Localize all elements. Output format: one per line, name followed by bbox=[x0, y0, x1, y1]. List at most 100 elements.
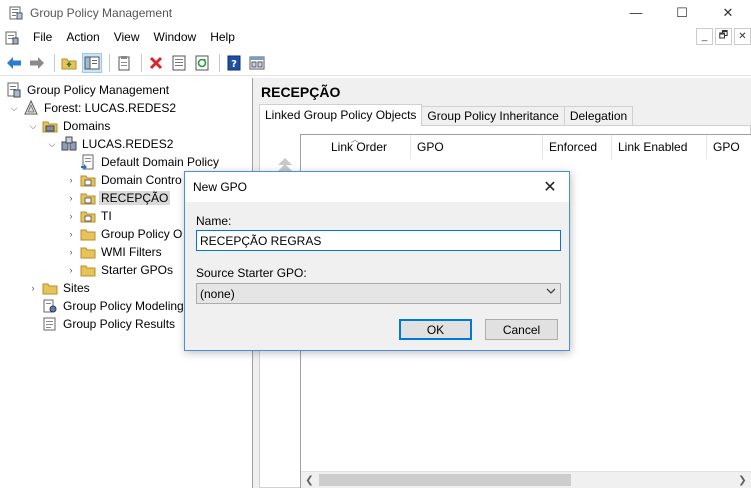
show-hide-tree-icon[interactable] bbox=[82, 52, 102, 73]
column-header-label: Enforced bbox=[549, 140, 598, 154]
tree-item-group-policy-results[interactable]: Group Policy Results bbox=[42, 315, 177, 333]
column-header-link-enabled[interactable]: Link Enabled bbox=[612, 135, 707, 159]
menu-window[interactable]: Window bbox=[147, 26, 204, 49]
tree-item-starter-gpos[interactable]: › Starter GPOs bbox=[65, 261, 175, 279]
domain-icon bbox=[61, 136, 77, 152]
tree-item-label: LUCAS.REDES2 bbox=[82, 137, 174, 151]
chevron-down-icon[interactable]: ⌵ bbox=[8, 102, 20, 114]
column-header-enforced[interactable]: Enforced bbox=[543, 135, 612, 159]
scrollbar-thumb[interactable] bbox=[319, 474, 571, 486]
mdi-child-icon[interactable] bbox=[4, 30, 20, 46]
chevron-right-icon[interactable]: › bbox=[65, 192, 77, 204]
tree-item-forest[interactable]: ⌵ Forest: LUCAS.REDES2 bbox=[8, 99, 178, 117]
close-button[interactable]: ✕ bbox=[705, 0, 751, 25]
forward-icon[interactable] bbox=[27, 53, 47, 73]
tree-item-recepcao[interactable]: › RECEPÇÃO bbox=[65, 189, 171, 207]
mdi-minimize-button[interactable]: _ bbox=[696, 28, 713, 45]
tree-item-label: Domains bbox=[63, 119, 111, 133]
ok-button[interactable]: OK bbox=[399, 319, 472, 340]
tree-item-group-policy-modeling[interactable]: Group Policy Modeling bbox=[42, 297, 186, 315]
maximize-button[interactable]: ☐ bbox=[659, 0, 705, 25]
back-icon[interactable] bbox=[4, 53, 24, 73]
toolbar-separator bbox=[109, 53, 110, 72]
folder-icon bbox=[80, 262, 96, 278]
menu-action[interactable]: Action bbox=[59, 26, 106, 49]
starter-gpo-value: (none) bbox=[200, 286, 235, 301]
tree-item-sites[interactable]: › Sites bbox=[27, 279, 92, 297]
cancel-button[interactable]: Cancel bbox=[485, 319, 558, 340]
menu-view[interactable]: View bbox=[107, 26, 147, 49]
tree-item-label: Group Policy O bbox=[101, 227, 183, 241]
help-icon[interactable]: ? bbox=[224, 53, 244, 73]
mmc-view-icon[interactable] bbox=[247, 53, 267, 73]
column-header-label: GPO bbox=[417, 140, 444, 154]
mdi-close-button[interactable]: ✕ bbox=[734, 28, 751, 45]
chevron-down-icon[interactable]: ⌵ bbox=[27, 120, 39, 132]
tree-item-wmi-filters[interactable]: › WMI Filters bbox=[65, 243, 164, 261]
mdi-controls: _ 🗗 ✕ bbox=[694, 28, 751, 45]
forest-icon bbox=[23, 100, 39, 116]
tree-item-label: Group Policy Modeling bbox=[63, 299, 184, 313]
modeling-icon bbox=[42, 298, 58, 314]
refresh-icon[interactable] bbox=[192, 53, 212, 73]
chevron-right-icon[interactable]: › bbox=[65, 264, 77, 276]
chevron-right-icon[interactable]: › bbox=[65, 228, 77, 240]
tab-linked-gpos[interactable]: Linked Group Policy Objects bbox=[259, 104, 423, 126]
gpo-link-icon bbox=[80, 154, 96, 170]
column-header-label: Link Enabled bbox=[618, 140, 688, 154]
tree-item-domains[interactable]: ⌵ Domains bbox=[27, 117, 112, 135]
tree-item-label: Forest: LUCAS.REDES2 bbox=[44, 101, 177, 115]
sites-icon bbox=[42, 280, 58, 296]
close-icon[interactable]: ✕ bbox=[535, 172, 565, 202]
window-title: Group Policy Management bbox=[30, 5, 173, 20]
column-header-gpo[interactable]: GPO bbox=[411, 135, 543, 159]
tree-item-domain-controllers[interactable]: › Domain Contro bbox=[65, 171, 184, 189]
column-header-label: GPO bbox=[713, 140, 740, 154]
tab-delegation[interactable]: Delegation bbox=[563, 106, 634, 126]
gpo-name-input[interactable] bbox=[196, 230, 561, 251]
details-tabs: Linked Group Policy Objects Group Policy… bbox=[259, 104, 634, 126]
tree-item-label: Sites bbox=[63, 281, 90, 295]
menu-help[interactable]: Help bbox=[203, 26, 242, 49]
tree-item-lucas-redes2[interactable]: ⌵ LUCAS.REDES2 bbox=[46, 135, 175, 153]
folder-icon bbox=[80, 226, 96, 242]
tree-item-default-domain-policy[interactable]: Default Domain Policy bbox=[80, 153, 221, 171]
chevron-right-icon[interactable]: › bbox=[27, 282, 39, 294]
scroll-left-icon[interactable]: ❮ bbox=[301, 472, 318, 488]
details-title: RECEPÇÃO bbox=[261, 84, 341, 100]
menu-file[interactable]: File bbox=[26, 26, 59, 49]
tree-item-group-policy-objects[interactable]: › Group Policy O bbox=[65, 225, 184, 243]
starter-gpo-label: Source Starter GPO: bbox=[196, 266, 307, 280]
chevron-right-icon[interactable]: › bbox=[65, 246, 77, 258]
tree-item-label: Group Policy Management bbox=[27, 83, 170, 97]
name-label: Name: bbox=[196, 214, 232, 228]
clipboard-icon[interactable] bbox=[114, 53, 134, 73]
tree-item-label: WMI Filters bbox=[101, 245, 162, 259]
ou-icon bbox=[80, 190, 96, 206]
properties-icon[interactable] bbox=[169, 53, 189, 73]
gpm-app-icon bbox=[8, 5, 24, 21]
tree-item-label: Group Policy Results bbox=[63, 317, 176, 331]
chevron-right-icon[interactable]: › bbox=[65, 210, 77, 222]
column-header-gpo-status[interactable]: GPO bbox=[707, 135, 751, 159]
toolbar: ? bbox=[0, 50, 751, 76]
results-icon bbox=[42, 316, 58, 332]
delete-icon[interactable] bbox=[146, 53, 166, 73]
starter-gpo-select[interactable]: (none) bbox=[196, 283, 561, 304]
tree-item-ti[interactable]: › TI bbox=[65, 207, 114, 225]
chevron-right-icon[interactable]: › bbox=[65, 174, 77, 186]
gpm-root-icon bbox=[6, 82, 22, 98]
scroll-right-icon[interactable]: ❯ bbox=[734, 472, 751, 488]
horizontal-scrollbar[interactable]: ❮ ❯ bbox=[301, 471, 751, 488]
tree-item-group-policy-management[interactable]: Group Policy Management bbox=[6, 81, 171, 99]
minimize-button[interactable]: — bbox=[613, 0, 659, 25]
tree-item-label: RECEPÇÃO bbox=[99, 191, 171, 205]
domains-icon bbox=[42, 118, 58, 134]
tab-gp-inheritance[interactable]: Group Policy Inheritance bbox=[421, 106, 565, 126]
column-header-link-order[interactable]: ︿ Link Order bbox=[301, 135, 411, 159]
up-folder-icon[interactable] bbox=[59, 53, 79, 73]
chevron-down-icon[interactable]: ⌵ bbox=[46, 138, 58, 150]
mdi-restore-button[interactable]: 🗗 bbox=[715, 28, 732, 45]
column-header-label: Link Order bbox=[331, 140, 388, 154]
tree-item-label: Domain Contro bbox=[101, 173, 182, 187]
